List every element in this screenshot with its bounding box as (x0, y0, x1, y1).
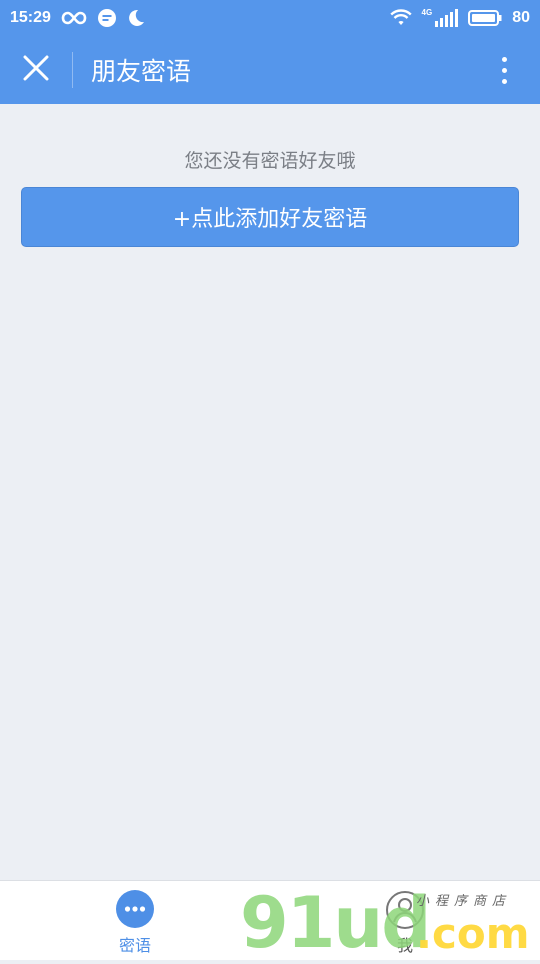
tab-label-secret: 密语 (118, 936, 151, 955)
tab-label-me: 我 (396, 936, 413, 955)
app-header: 朋友密语 (0, 36, 540, 104)
battery-level: 80 (512, 9, 530, 26)
status-bar: 15:29 4G 80 (0, 0, 540, 36)
network-type: 4G (421, 7, 433, 17)
bottom-tab-bar: 密语 我 (0, 880, 540, 960)
chat-bubble-icon (97, 8, 117, 28)
battery-icon (468, 9, 502, 27)
close-button[interactable] (0, 36, 72, 104)
wifi-icon (389, 9, 412, 27)
infinity-icon (61, 11, 87, 25)
add-friend-secret-button[interactable]: +点此添加好友密语 (21, 187, 519, 247)
more-options-button[interactable] (484, 50, 524, 90)
status-time: 15:29 (10, 9, 51, 26)
user-icon (384, 889, 426, 931)
moon-icon (127, 9, 145, 27)
tab-secret-messages[interactable]: 密语 (75, 881, 195, 961)
tab-me[interactable]: 我 (345, 881, 465, 961)
signal-icon (434, 9, 459, 27)
page-title: 朋友密语 (91, 57, 192, 86)
close-icon (23, 55, 49, 85)
more-vertical-icon (501, 56, 507, 62)
header-divider (72, 52, 73, 88)
empty-state-message: 您还没有密语好友哦 (184, 150, 356, 172)
chat-dots-icon (114, 889, 156, 931)
